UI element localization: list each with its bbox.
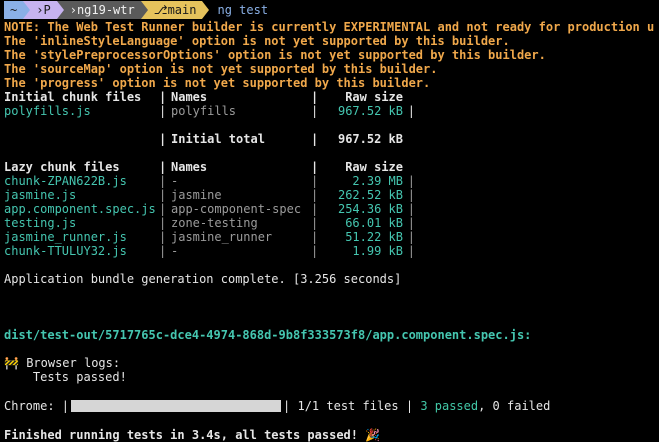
table-row: app.component.spec.js | app-component-spec… (4, 202, 415, 216)
bundle-message: Application bundle generation complete. … (4, 272, 402, 286)
initial-total-row: | Initial total | 967.52 kB (159, 132, 403, 146)
tests-passed-line: Tests passed! (32, 370, 127, 384)
warning-line: The 'progress' option is not yet support… (4, 76, 431, 90)
table-row: testing.js | zone-testing | 66.01 kB | (4, 216, 415, 230)
command-text: ng test (217, 3, 269, 17)
terminal-window[interactable]: ~ › P › ng19-wtr ⎇ main ng test NOTE: Th… (0, 0, 659, 442)
table-row: chunk-ZPAN622B.js | - | 2.39 MB | (4, 174, 415, 188)
prompt-folder-p-segment: › P (30, 1, 57, 19)
table-row: jasmine.js | jasmine | 262.52 kB | (4, 188, 415, 202)
prompt-folder-repo-segment: › ng19-wtr (63, 1, 141, 19)
finished-line: Finished running tests in 3.4s, all test… (4, 428, 381, 442)
chevron-right-icon: › (69, 3, 77, 17)
party-popper-icon: 🎉 (365, 428, 381, 442)
warning-line: NOTE: The Web Test Runner builder is cur… (4, 20, 655, 34)
progress-bar (71, 400, 282, 412)
chevron-right-icon: › (36, 3, 44, 17)
git-branch-icon: ⎇ (153, 3, 168, 17)
lazy-table-header: Lazy chunk files | Names | Raw size (4, 160, 403, 174)
prompt-separator-icon (202, 1, 210, 19)
shell-prompt: ~ › P › ng19-wtr ⎇ main ng test (4, 0, 655, 20)
construction-icon: 🚧 (4, 356, 19, 370)
prompt-separator-icon (56, 1, 64, 19)
prompt-separator-icon (140, 1, 148, 19)
test-file-path: dist/test-out/5717765c-dce4-4974-868d-9b… (4, 328, 532, 342)
warning-line: The 'inlineStyleLanguage' option is not … (4, 34, 510, 48)
table-row: chunk-TTULUY32.js | - | 1.99 kB | (4, 244, 415, 258)
browser-logs-line: 🚧 Browser logs: (4, 356, 121, 370)
table-row: polyfills.js | polyfills | 967.52 kB | (4, 104, 415, 118)
prompt-separator-icon (23, 1, 31, 19)
prompt-home-segment: ~ (4, 1, 24, 19)
table-row: jasmine_runner.js | jasmine_runner | 51.22 k… (4, 230, 415, 244)
warning-line: The 'sourceMap' option is not yet suppor… (4, 62, 438, 76)
warning-line: The 'stylePreprocessorOptions' option is… (4, 48, 546, 62)
initial-table-header: Initial chunk files | Names | Raw size (4, 90, 403, 104)
prompt-branch-segment: ⎇ main (147, 1, 203, 19)
progress-line: Chrome: | | 1/1 test files | 3 passed, 0 … (4, 399, 551, 413)
